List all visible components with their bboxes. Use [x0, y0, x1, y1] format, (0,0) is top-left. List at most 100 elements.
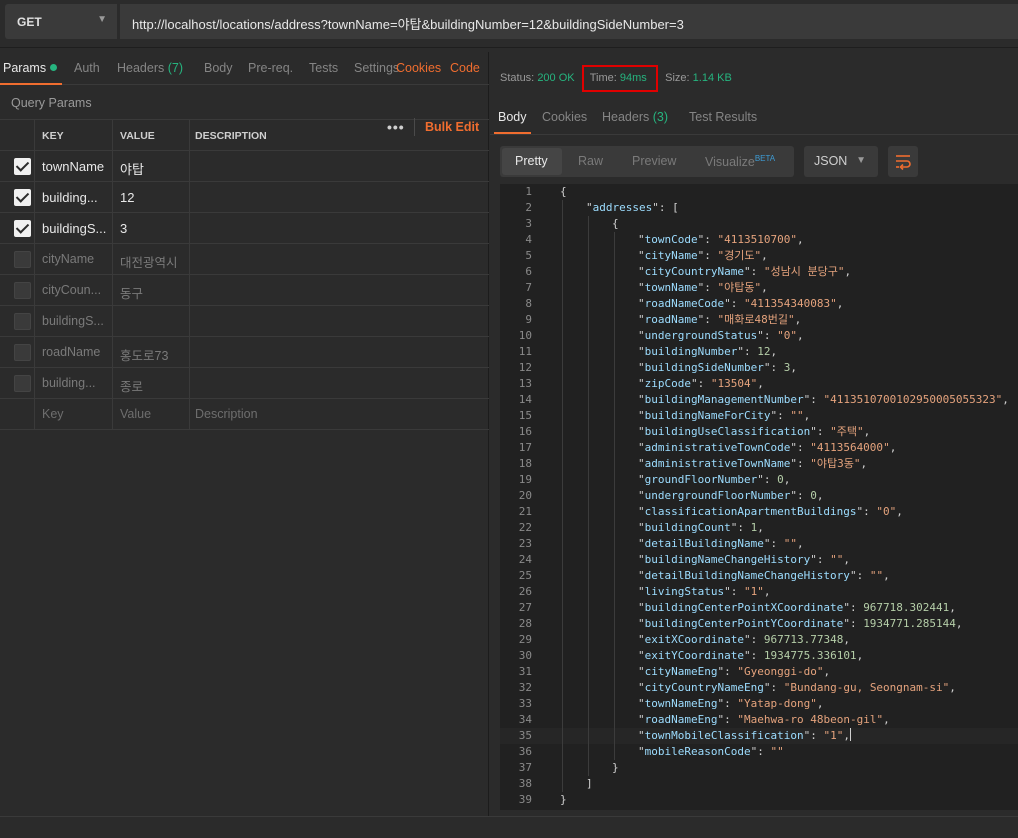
json-key: "buildingSideNumber" [638, 361, 771, 374]
param-key[interactable]: building... [35, 182, 113, 213]
param-key[interactable]: townName [35, 151, 113, 182]
param-new-row[interactable]: Key Value Description [0, 399, 489, 430]
param-value[interactable]: 대전광역시 [113, 244, 190, 275]
code-line: 4 "townCode": "4113510700", [500, 232, 1018, 248]
json-key: "buildingNumber" [638, 345, 744, 358]
param-description[interactable] [190, 275, 489, 306]
cookies-link[interactable]: Cookies [396, 61, 441, 75]
param-value[interactable]: 12 [113, 182, 190, 213]
view-visualize-button[interactable]: VisualizeBETA [705, 154, 775, 169]
line-number: 28 [518, 617, 532, 630]
line-number: 27 [518, 601, 532, 614]
status-bar [0, 816, 1018, 838]
line-number: 23 [518, 537, 532, 550]
param-checkbox[interactable] [14, 313, 31, 330]
response-body-editor[interactable]: 1{2 "addresses": [3{4 "townCode": "4113510… [500, 184, 1018, 810]
param-key[interactable]: cityCoun... [35, 275, 113, 306]
param-value[interactable] [113, 306, 190, 337]
tab-response-body[interactable]: Body [498, 110, 527, 124]
code-text: "exitYCoordinate": 1934775.336101, [638, 649, 864, 662]
tab-prereq[interactable]: Pre-req. [248, 61, 293, 75]
param-row[interactable]: buildingS... [0, 306, 489, 337]
view-pretty-button[interactable]: Pretty [515, 154, 548, 168]
new-value-input[interactable]: Value [113, 399, 190, 430]
code-text: "townCode": "4113510700", [638, 233, 804, 246]
param-check-cell [0, 306, 35, 337]
new-description-input[interactable]: Description [190, 399, 489, 430]
view-raw-button[interactable]: Raw [578, 154, 603, 168]
param-description[interactable] [190, 213, 489, 244]
code-text: { [560, 184, 567, 200]
indent-guide [562, 408, 563, 424]
code-link[interactable]: Code [450, 61, 480, 75]
param-value[interactable]: 홍도로73 [113, 337, 190, 368]
param-checkbox[interactable] [14, 189, 31, 206]
col-description-header: DESCRIPTION ••• Bulk Edit [190, 118, 489, 151]
param-checkbox[interactable] [14, 344, 31, 361]
indent-guide [588, 376, 589, 392]
tab-auth[interactable]: Auth [74, 61, 100, 75]
code-line: 21 "classificationApartmentBuildings": "0… [500, 504, 1018, 520]
param-row[interactable]: roadName 홍도로73 [0, 337, 489, 368]
param-description[interactable] [190, 306, 489, 337]
param-description[interactable] [190, 244, 489, 275]
line-number: 12 [518, 361, 532, 374]
code-line: 39} [500, 792, 1018, 808]
param-checkbox[interactable] [14, 220, 31, 237]
indent-guide [562, 456, 563, 472]
param-key[interactable]: buildingS... [35, 213, 113, 244]
param-checkbox[interactable] [14, 251, 31, 268]
more-options-icon[interactable]: ••• [387, 119, 405, 135]
tab-settings[interactable]: Settings [354, 61, 399, 75]
tab-test-results[interactable]: Test Results [689, 110, 757, 124]
tab-tests[interactable]: Tests [309, 61, 338, 75]
new-key-input[interactable]: Key [35, 399, 113, 430]
json-key: "mobileReasonCode" [638, 745, 758, 758]
param-value[interactable]: 종로 [113, 368, 190, 399]
tab-body[interactable]: Body [204, 61, 233, 75]
param-row[interactable]: cityName 대전광역시 [0, 244, 489, 275]
param-row[interactable]: cityCoun... 동구 [0, 275, 489, 306]
param-description[interactable] [190, 151, 489, 182]
chevron-down-icon: ▼ [856, 155, 866, 166]
bulk-edit-link[interactable]: Bulk Edit [425, 120, 479, 134]
param-checkbox[interactable] [14, 158, 31, 175]
code-line: 18 "administrativeTownName": "야탑3동", [500, 456, 1018, 472]
param-description[interactable] [190, 368, 489, 399]
param-description[interactable] [190, 182, 489, 213]
tab-headers[interactable]: Headers (7) [117, 61, 183, 75]
tab-response-cookies[interactable]: Cookies [542, 110, 587, 124]
param-row[interactable]: townName 야탑 [0, 151, 489, 182]
indent-guide [614, 520, 615, 536]
param-key[interactable]: cityName [35, 244, 113, 275]
param-value[interactable]: 동구 [113, 275, 190, 306]
json-bracket: } [560, 793, 567, 806]
code-text: "buildingNameChangeHistory": "", [638, 553, 850, 566]
code-line: 7 "townName": "야탑동", [500, 280, 1018, 296]
param-value[interactable]: 야탑 [113, 151, 190, 182]
view-preview-button[interactable]: Preview [632, 154, 676, 168]
tab-response-headers[interactable]: Headers (3) [602, 110, 668, 124]
param-key[interactable]: buildingS... [35, 306, 113, 337]
code-line: 19 "groundFloorNumber": 0, [500, 472, 1018, 488]
indent-guide [562, 440, 563, 456]
status-value: 200 OK [537, 72, 575, 84]
param-key[interactable]: roadName [35, 337, 113, 368]
indent-guide [588, 392, 589, 408]
param-key[interactable]: building... [35, 368, 113, 399]
param-checkbox[interactable] [14, 375, 31, 392]
format-select[interactable]: JSON ▼ [804, 146, 878, 177]
method-select[interactable]: GET ▼ [5, 4, 117, 39]
line-number: 34 [518, 713, 532, 726]
line-number: 35 [518, 729, 532, 742]
param-checkbox[interactable] [14, 282, 31, 299]
param-row[interactable]: building... 종로 [0, 368, 489, 399]
param-value[interactable]: 3 [113, 213, 190, 244]
wrap-lines-button[interactable] [888, 146, 918, 177]
param-row[interactable]: building... 12 [0, 182, 489, 213]
param-description[interactable] [190, 337, 489, 368]
line-number: 8 [525, 297, 532, 310]
url-input[interactable]: http://localhost/locations/address?townN… [120, 4, 1018, 39]
param-row[interactable]: buildingS... 3 [0, 213, 489, 244]
tab-params[interactable]: Params [3, 61, 58, 75]
